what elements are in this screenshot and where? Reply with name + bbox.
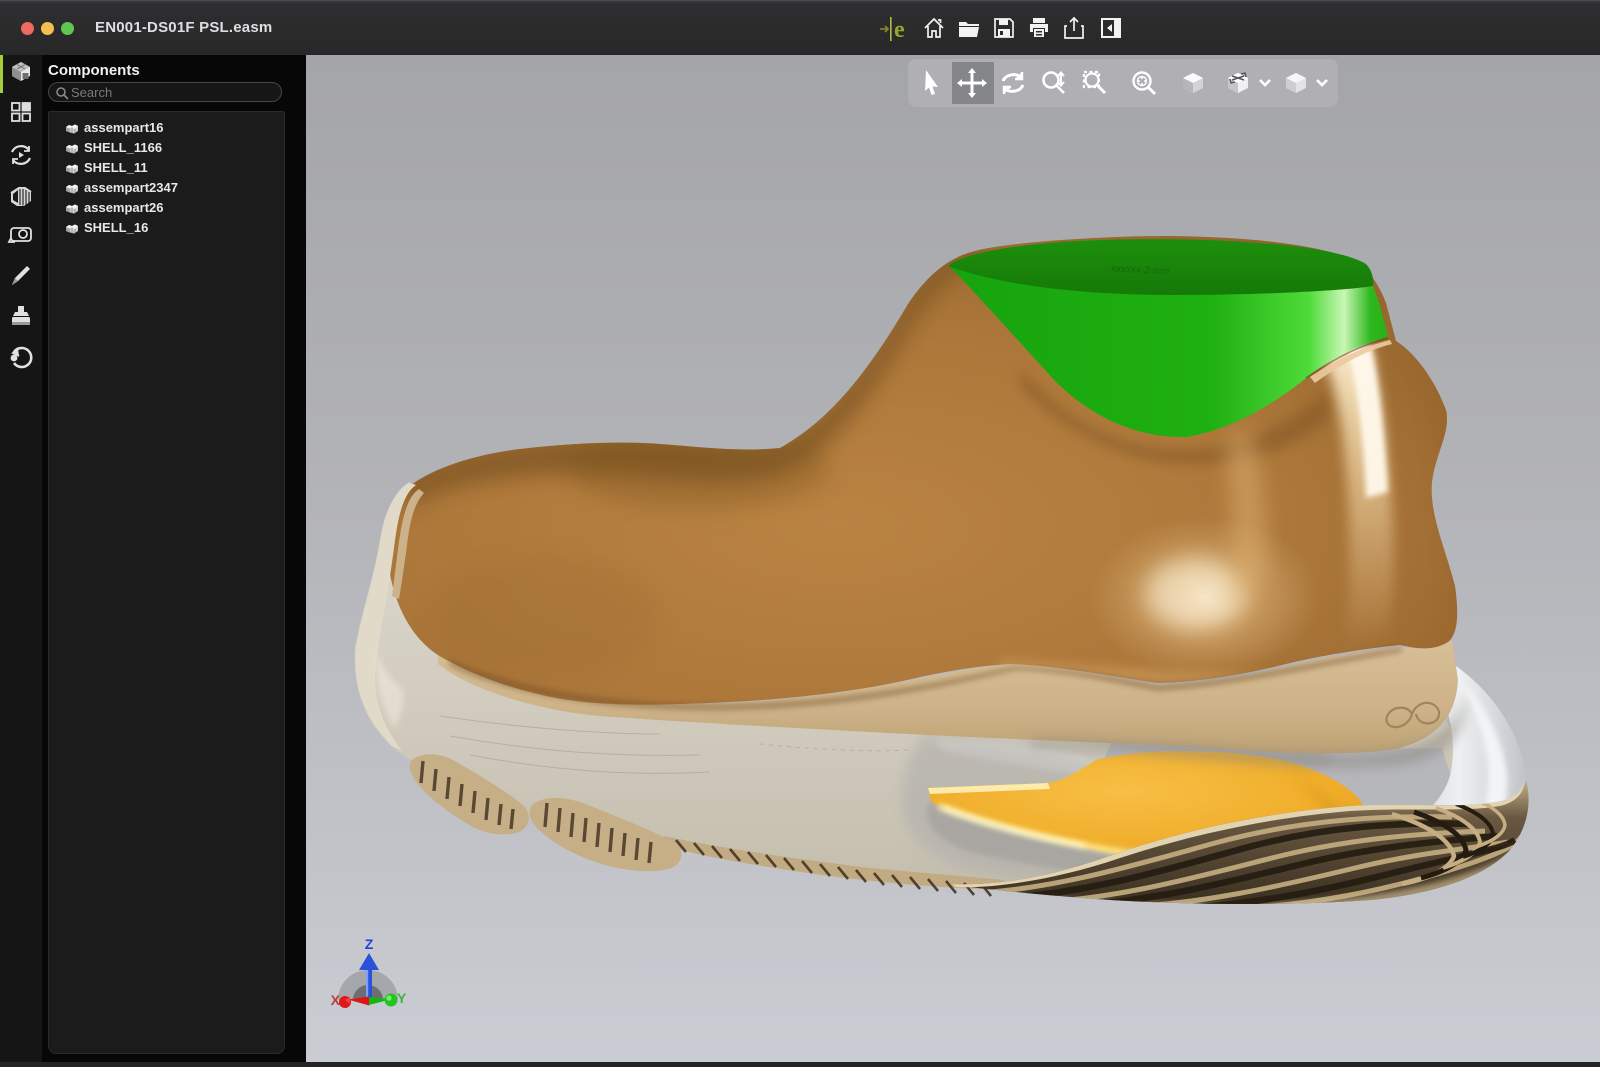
svg-text:Z: Z [365, 936, 374, 952]
svg-text:e: e [894, 17, 905, 42]
svg-text:X: X [331, 992, 341, 1008]
svg-text:Y: Y [397, 990, 407, 1006]
